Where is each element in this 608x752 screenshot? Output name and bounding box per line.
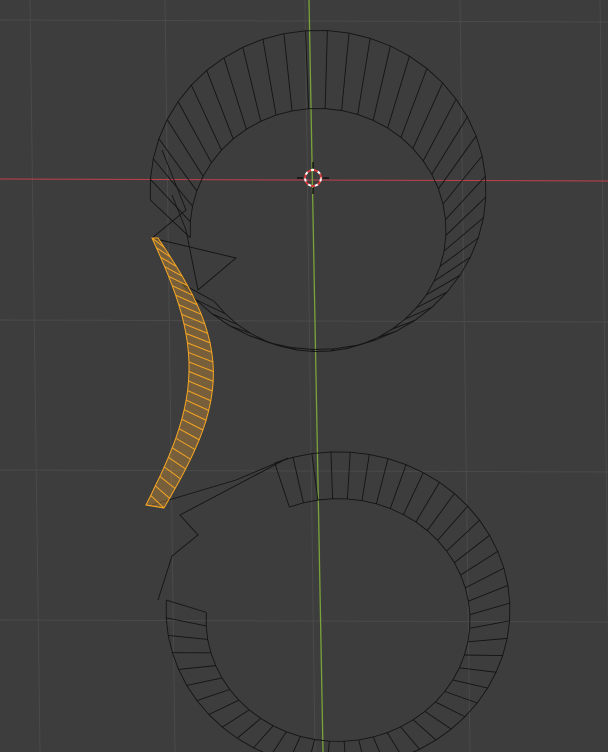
ring-face-edge bbox=[433, 256, 471, 282]
ring-face-edge bbox=[242, 47, 262, 122]
y-axis-line bbox=[308, 0, 324, 752]
ring-face-edge bbox=[358, 739, 363, 752]
ring-face-edge bbox=[327, 741, 330, 752]
ring-face-edge bbox=[178, 665, 216, 670]
ring-face-edge bbox=[186, 677, 223, 686]
ring-outer-edge bbox=[165, 451, 511, 752]
ring-face-edge bbox=[190, 84, 222, 151]
ring-face-edge bbox=[468, 585, 509, 602]
3d-viewport[interactable] bbox=[0, 0, 608, 752]
ring-face-edge bbox=[415, 482, 440, 523]
ring-face-edge bbox=[346, 452, 351, 499]
ring-face-edge bbox=[372, 45, 391, 121]
ring-inner-edge bbox=[189, 108, 447, 352]
ring-face-edge bbox=[152, 158, 193, 207]
upper-ring-mesh[interactable] bbox=[149, 30, 487, 352]
ring-face-edge bbox=[166, 599, 207, 613]
connecting-strip-mesh[interactable] bbox=[145, 237, 214, 509]
ring-face-edge bbox=[467, 637, 508, 643]
ring-face-edge bbox=[274, 462, 290, 508]
grid-line-v bbox=[29, 0, 41, 752]
ring-face-edge bbox=[223, 57, 247, 130]
floor-grid bbox=[0, 0, 608, 752]
ring-face-edge bbox=[168, 634, 208, 640]
ring-face-edge bbox=[292, 736, 301, 752]
grid-line-v bbox=[304, 0, 316, 752]
ring-cut-edge bbox=[151, 149, 237, 291]
ring-face-edge bbox=[292, 457, 304, 503]
ring-face-edge bbox=[403, 472, 424, 515]
ring-face-edge bbox=[469, 602, 510, 616]
x-axis-line bbox=[0, 178, 608, 182]
ring-face-edge bbox=[283, 33, 293, 111]
ring-face-edge bbox=[444, 690, 478, 704]
ring-face-edge bbox=[166, 617, 207, 627]
ring-face-edge bbox=[357, 38, 371, 115]
ring-face-edge bbox=[460, 550, 498, 576]
ring-face-edge bbox=[324, 30, 328, 109]
ring-face-edge bbox=[341, 33, 350, 111]
ring-face-edge bbox=[372, 736, 381, 752]
ring-face-edge bbox=[196, 689, 230, 701]
ring-face-edge bbox=[400, 726, 420, 750]
ring-face-edge bbox=[386, 732, 400, 752]
ring-face-edge bbox=[208, 699, 240, 715]
3d-cursor-icon[interactable] bbox=[297, 162, 329, 194]
ring-inner-edge bbox=[205, 498, 471, 742]
ring-face-edge bbox=[158, 138, 198, 192]
grid-line-h bbox=[0, 19, 608, 23]
ring-face-edge bbox=[424, 711, 452, 730]
viewport-canvas[interactable] bbox=[0, 0, 608, 752]
ring-face-edge bbox=[445, 176, 486, 220]
ring-face-edge bbox=[425, 274, 461, 296]
grid-line-h bbox=[0, 319, 608, 323]
ring-face-edge bbox=[452, 679, 488, 689]
grid-line-v bbox=[599, 0, 608, 640]
ring-face-edge bbox=[416, 291, 448, 309]
ring-face-edge bbox=[435, 701, 466, 718]
ring-face-edge bbox=[150, 178, 191, 223]
ring-face-edge bbox=[253, 725, 274, 749]
ring-face-edge bbox=[343, 741, 346, 752]
ring-face-edge bbox=[229, 325, 251, 334]
ring-face-edge bbox=[166, 119, 204, 177]
ring-face-edge bbox=[464, 654, 503, 657]
lower-ring-mesh[interactable] bbox=[151, 451, 511, 752]
ring-face-edge bbox=[412, 719, 437, 741]
grid-line-h bbox=[0, 469, 608, 473]
ring-face-edge bbox=[362, 339, 377, 345]
ring-face-edge bbox=[459, 667, 497, 673]
ring-face-edge bbox=[445, 196, 487, 236]
ring-face-edge bbox=[236, 718, 261, 739]
ring-face-edge bbox=[426, 493, 455, 531]
grid-line-h bbox=[0, 619, 608, 623]
ring-face-edge bbox=[422, 98, 457, 162]
ring-face-edge bbox=[222, 709, 250, 728]
ring-face-edge bbox=[375, 458, 389, 504]
strip-outline bbox=[145, 237, 214, 509]
ring-face-edge bbox=[330, 451, 334, 499]
ring-face-edge bbox=[206, 70, 234, 140]
ring-face-edge bbox=[387, 55, 410, 129]
ring-face-edge bbox=[310, 739, 316, 752]
ring-face-edge bbox=[177, 101, 212, 163]
ring-face-edge bbox=[361, 454, 370, 501]
ring-face-edge bbox=[262, 39, 277, 116]
grid-line-v bbox=[164, 0, 176, 752]
ring-face-edge bbox=[465, 567, 505, 589]
ring-face-edge bbox=[272, 731, 287, 752]
